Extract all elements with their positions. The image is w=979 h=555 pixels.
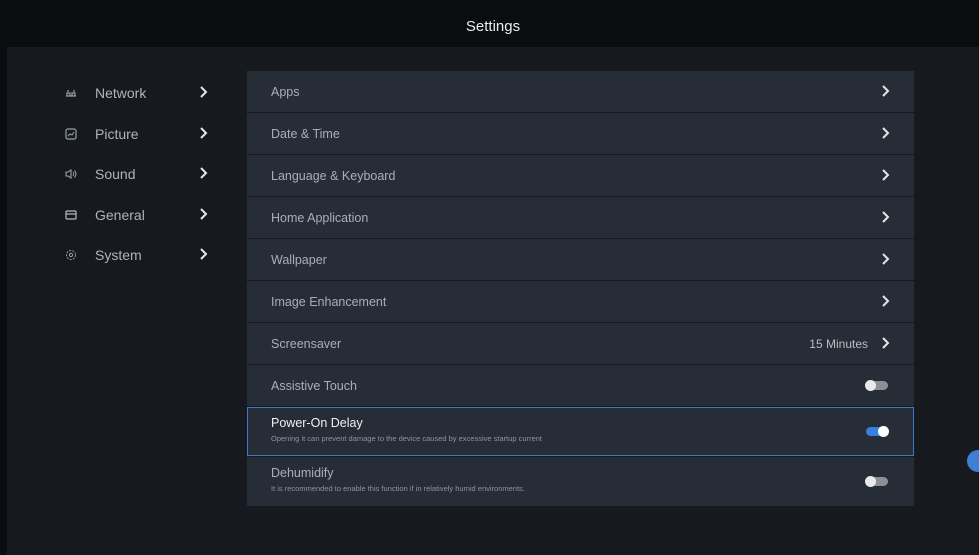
setting-label: Date & Time (271, 127, 340, 141)
setting-row-home-application[interactable]: Home Application (247, 197, 914, 238)
settings-screen: Settings Network Picture Sound General S… (7, 7, 979, 555)
sound-icon (65, 168, 77, 180)
setting-label: Image Enhancement (271, 295, 387, 309)
chevron-right-icon (200, 207, 208, 220)
setting-label: Language & Keyboard (271, 169, 396, 183)
chevron-right-icon (882, 85, 890, 97)
sidebar: Network Picture Sound General System (7, 75, 227, 278)
settings-list: Apps Date & Time Language & Keyboard Hom… (247, 71, 914, 507)
setting-row-image-enhancement[interactable]: Image Enhancement (247, 281, 914, 322)
chevron-right-icon (882, 211, 890, 223)
title-bar: Settings (7, 7, 979, 47)
dehumidify-toggle[interactable] (865, 476, 888, 487)
sidebar-item-system[interactable]: System (7, 237, 227, 278)
sidebar-item-picture[interactable]: Picture (7, 116, 227, 157)
setting-description: It is recommended to enable this functio… (271, 484, 525, 493)
setting-label: Apps (271, 85, 300, 99)
chevron-right-icon (200, 167, 208, 179)
sidebar-item-label: System (95, 247, 142, 263)
chevron-right-icon (200, 248, 208, 260)
setting-label: Power-On Delay (271, 416, 363, 430)
setting-label: Screensaver (271, 337, 342, 351)
assistive-touch-toggle[interactable] (865, 380, 888, 391)
system-icon (65, 249, 77, 261)
power-on-delay-toggle[interactable] (866, 426, 889, 437)
sidebar-item-label: Picture (95, 125, 139, 142)
sidebar-item-label: General (95, 206, 145, 223)
setting-label: Home Application (271, 211, 369, 225)
setting-row-screensaver[interactable]: Screensaver 15 Minutes (247, 323, 914, 364)
toggle-knob (865, 476, 876, 487)
sidebar-item-label: Sound (95, 166, 136, 182)
setting-label: Dehumidify (271, 466, 334, 480)
page-title: Settings (465, 18, 521, 35)
setting-label: Wallpaper (271, 253, 327, 267)
setting-description: Opening it can prevent damage to the dev… (271, 434, 542, 443)
chevron-right-icon (882, 337, 890, 349)
toggle-knob (865, 380, 876, 391)
sidebar-item-network[interactable]: Network (7, 75, 227, 116)
setting-row-power-on-delay[interactable]: Power-On Delay Opening it can prevent da… (247, 407, 914, 456)
picture-icon (65, 127, 77, 140)
chevron-right-icon (200, 86, 208, 98)
sidebar-item-label: Network (95, 85, 147, 101)
chevron-right-icon (882, 169, 890, 181)
setting-row-apps[interactable]: Apps (247, 71, 914, 112)
setting-row-date-time[interactable]: Date & Time (247, 113, 914, 154)
chevron-right-icon (882, 253, 890, 265)
setting-row-language-keyboard[interactable]: Language & Keyboard (247, 155, 914, 196)
setting-label: Assistive Touch (271, 379, 357, 393)
setting-row-dehumidify[interactable]: Dehumidify It is recommended to enable t… (247, 457, 914, 506)
chevron-right-icon (882, 127, 890, 139)
toggle-knob (878, 426, 889, 437)
screensaver-value: 15 Minutes (809, 337, 868, 351)
chevron-right-icon (200, 126, 208, 139)
sidebar-item-sound[interactable]: Sound (7, 156, 227, 197)
general-icon (65, 209, 77, 221)
chevron-right-icon (882, 295, 890, 307)
sidebar-item-general[interactable]: General (7, 197, 227, 238)
setting-row-wallpaper[interactable]: Wallpaper (247, 239, 914, 280)
setting-row-assistive-touch[interactable]: Assistive Touch (247, 365, 914, 406)
network-icon (65, 87, 77, 99)
